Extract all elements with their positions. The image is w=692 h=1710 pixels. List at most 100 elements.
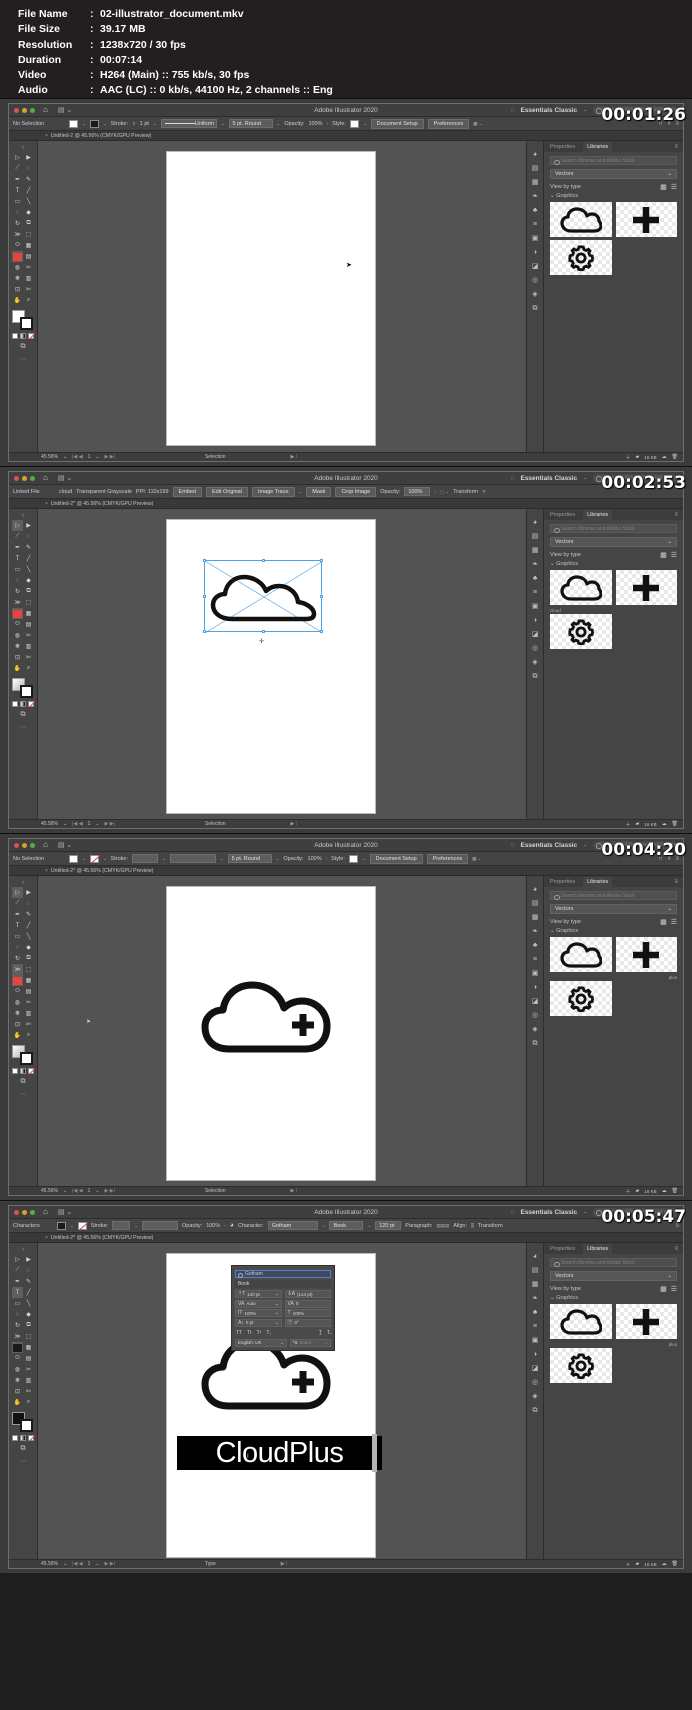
brushes-panel-icon[interactable]: ❧: [532, 561, 538, 568]
graphics-group-label[interactable]: ⌄ Graphics: [550, 928, 677, 934]
scale-tool[interactable]: ⧉: [23, 586, 34, 597]
shaper-tool[interactable]: ◌: [12, 575, 23, 586]
page-number[interactable]: 1: [88, 821, 91, 827]
symbol-sprayer-tool[interactable]: ❋: [12, 1375, 23, 1386]
change-screen-mode-icon[interactable]: ⧉: [9, 343, 37, 351]
symbols-panel-icon[interactable]: ♣: [533, 575, 538, 582]
grid-view-icon[interactable]: ▦: [660, 183, 667, 191]
library-search-input[interactable]: Search libraries and Adobe Stock: [550, 524, 677, 533]
zoom-level[interactable]: 45.56%: [41, 454, 58, 460]
library-asset-cloud[interactable]: [550, 1304, 612, 1339]
tab-libraries[interactable]: Libraries: [583, 142, 612, 152]
minimize-icon[interactable]: [22, 108, 27, 113]
library-asset-plus[interactable]: [616, 570, 678, 605]
rectangle-tool[interactable]: ▭: [12, 931, 23, 942]
magic-wand-tool[interactable]: ⟋: [12, 898, 23, 909]
graphic-style-swatch[interactable]: [350, 120, 359, 128]
symbols-panel-icon[interactable]: ♣: [533, 942, 538, 949]
scale-tool[interactable]: ⧉: [23, 218, 34, 229]
width-tool[interactable]: ≫: [12, 229, 23, 240]
nav-last-icon[interactable]: ▶ ▶|: [105, 454, 115, 460]
libraries-panel-icon[interactable]: ▦: [532, 914, 539, 921]
mesh-tool[interactable]: [12, 608, 23, 619]
transparency-panel-icon[interactable]: ◪: [532, 998, 539, 1005]
tracking-field[interactable]: VA0: [285, 1300, 332, 1308]
appearance-panel-icon[interactable]: ◎: [532, 1379, 538, 1386]
stroke-profile-field[interactable]: [170, 854, 216, 863]
fill-stroke-controls[interactable]: [12, 678, 34, 698]
window-controls[interactable]: [14, 843, 35, 848]
library-search-input[interactable]: Search libraries and Adobe Stock: [550, 1258, 677, 1267]
slice-tool[interactable]: ✄: [23, 284, 34, 295]
stroke-swatch[interactable]: [90, 120, 99, 128]
close-icon[interactable]: [14, 1210, 19, 1215]
eyedropper-tool[interactable]: ◍: [12, 262, 23, 273]
minimize-icon[interactable]: [22, 1210, 27, 1215]
close-icon[interactable]: ×: [45, 133, 48, 139]
transform-label[interactable]: Transform: [478, 1223, 503, 1229]
opacity-value[interactable]: 100%: [308, 856, 322, 862]
chevron-down-icon[interactable]: ⌄: [363, 121, 367, 127]
lasso-tool[interactable]: ◌: [23, 163, 34, 174]
gradient-tool[interactable]: ▤: [23, 251, 34, 262]
text-object-cloudplus[interactable]: CloudPlus: [177, 1436, 382, 1470]
symbol-sprayer-tool[interactable]: ❋: [12, 641, 23, 652]
shape-builder-tool[interactable]: ⬭: [12, 619, 23, 630]
panel-menu-icon[interactable]: ≡: [674, 1246, 683, 1252]
zoom-level[interactable]: 45.56%: [41, 1561, 58, 1567]
maximize-icon[interactable]: [30, 476, 35, 481]
zoom-tool[interactable]: ⌕: [23, 1030, 34, 1041]
view-by-type-label[interactable]: View by type: [550, 919, 581, 925]
chevron-down-icon[interactable]: ⌄: [275, 1301, 279, 1307]
chevron-down-icon[interactable]: ⌄: [63, 454, 67, 460]
subscript-icon[interactable]: T₁: [266, 1330, 271, 1336]
chevron-down-icon[interactable]: ⌄: [275, 1320, 279, 1326]
gradient-swatch[interactable]: [20, 701, 26, 707]
chevron-down-icon[interactable]: ⌄: [63, 1188, 67, 1194]
stepper-icon[interactable]: ⇕: [132, 121, 136, 127]
chevron-down-icon[interactable]: ⌄: [82, 856, 86, 862]
delete-icon[interactable]: 🗑: [672, 1561, 678, 1567]
stroke-profile-field[interactable]: [142, 1221, 178, 1230]
cloud-plus-artwork[interactable]: [199, 979, 339, 1057]
artboard-tool[interactable]: ⊡: [12, 1386, 23, 1397]
tab-properties[interactable]: Properties: [550, 879, 575, 885]
chevron-down-icon[interactable]: ⌄: [95, 454, 99, 460]
zoom-tool[interactable]: ⌕: [23, 663, 34, 674]
small-caps-icon[interactable]: Tr: [247, 1330, 252, 1336]
add-content-icon[interactable]: ＋: [626, 1188, 631, 1195]
font-search-input[interactable]: Gotham: [235, 1270, 331, 1278]
color-panel-icon[interactable]: ◕: [533, 519, 537, 526]
rotate-tool[interactable]: ↻: [12, 586, 23, 597]
page-number[interactable]: 1: [88, 1188, 91, 1194]
font-style-value[interactable]: Book: [235, 1280, 331, 1288]
chevron-down-icon[interactable]: ⌄: [280, 1340, 284, 1346]
arrange-documents-icon[interactable]: ▤ ⌄: [58, 106, 72, 114]
none-swatch[interactable]: [28, 1068, 34, 1074]
grid-view-icon[interactable]: ▦: [660, 1285, 667, 1293]
color-panel-icon[interactable]: ◕: [533, 886, 537, 893]
fill-stroke-controls[interactable]: [12, 1412, 34, 1432]
properties-panel-icon[interactable]: ▤: [532, 533, 539, 540]
panel-menu-icon[interactable]: ≡: [674, 512, 683, 518]
artboard-tool[interactable]: ⊡: [12, 284, 23, 295]
workspace-switcher[interactable]: Essentials Classic: [520, 1209, 577, 1216]
crop-image-button[interactable]: Crop Image: [335, 487, 376, 497]
preferences-button[interactable]: Preferences: [428, 119, 470, 129]
workspace-switcher[interactable]: Essentials Classic: [520, 475, 577, 482]
free-transform-tool[interactable]: ⬚: [23, 964, 34, 975]
chevron-down-icon[interactable]: ⌄: [95, 821, 99, 827]
symbols-panel-icon[interactable]: ♣: [533, 207, 538, 214]
delete-icon[interactable]: 🗑: [672, 454, 678, 460]
artboard[interactable]: ✛: [166, 519, 376, 814]
libraries-panel-icon[interactable]: ▦: [532, 547, 539, 554]
symbols-panel-icon[interactable]: ♣: [533, 1309, 538, 1316]
graphics-group-label[interactable]: ⌄ Graphics: [550, 193, 677, 199]
swatches-panel-icon[interactable]: ≡: [533, 956, 537, 963]
current-tool-label[interactable]: Selection: [205, 821, 226, 827]
transform-icon[interactable]: ⬚ ⌄: [440, 489, 449, 495]
line-segment-tool[interactable]: ╱: [23, 553, 34, 564]
direct-selection-tool[interactable]: ▶: [23, 887, 34, 898]
superscript-icon[interactable]: T¹: [257, 1330, 262, 1336]
rectangle-tool[interactable]: ▭: [12, 1298, 23, 1309]
